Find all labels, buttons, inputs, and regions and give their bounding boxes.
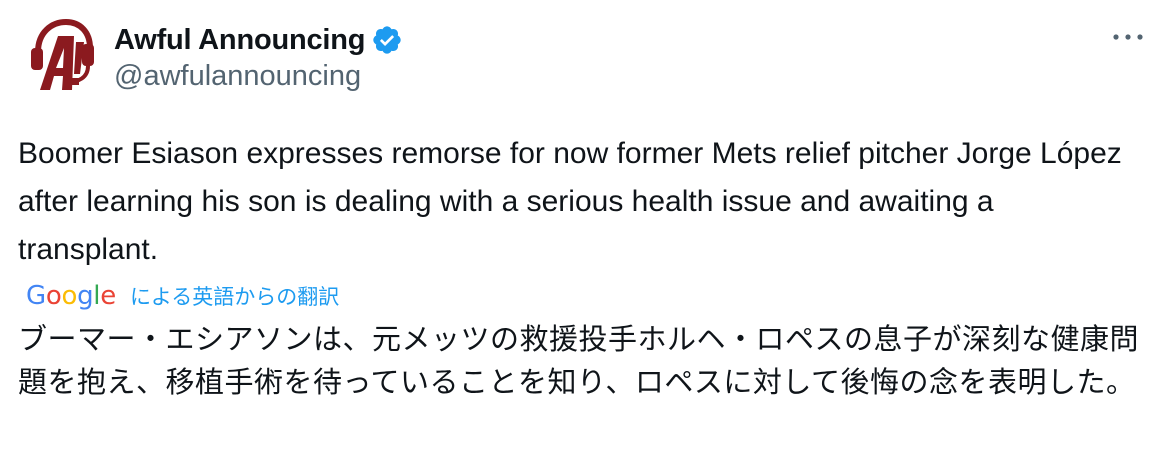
author-name-row[interactable]: Awful Announcing <box>114 20 403 60</box>
more-options-button[interactable] <box>1108 22 1148 52</box>
tweet-text: Boomer Esiason expresses remorse for now… <box>18 137 1122 266</box>
google-logo: Google <box>26 281 116 311</box>
more-horizontal-icon <box>1113 34 1143 40</box>
tweet-card: Awful Announcing @awfulannouncing Boomer… <box>0 0 1157 451</box>
awful-announcing-logo-icon <box>31 18 94 90</box>
author-handle[interactable]: @awfulannouncing <box>114 60 361 93</box>
avatar[interactable] <box>18 12 102 96</box>
translation-label[interactable]: による英語からの翻訳 <box>130 281 339 311</box>
translated-tweet-text: ブーマー・エシアソンは、元メッツの救援投手ホルヘ・ロペスの息子が深刻な健康問題を… <box>18 322 1140 399</box>
author-display-name[interactable]: Awful Announcing <box>114 24 366 57</box>
verified-badge-icon <box>371 24 403 56</box>
translation-attribution[interactable]: Google による英語からの翻訳 <box>26 278 339 314</box>
